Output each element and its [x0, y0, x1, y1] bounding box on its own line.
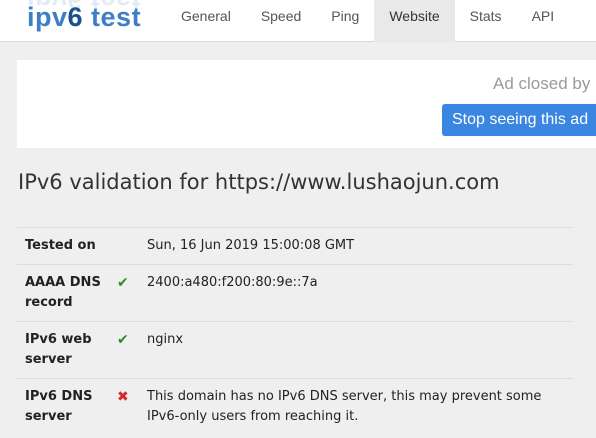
table-row: AAAA DNS record ✔ 2400:a480:f200:80:9e::…	[17, 264, 573, 321]
results-table: Tested on Sun, 16 Jun 2019 15:00:08 GMT …	[17, 227, 573, 438]
check-icon: ✔	[117, 332, 129, 348]
nav-website[interactable]: Website	[374, 0, 455, 42]
logo[interactable]: ipv6 test	[27, 0, 141, 37]
table-row: IPv6 DNS server ✖ This domain has no IPv…	[17, 378, 573, 438]
row-label: Tested on	[25, 238, 96, 253]
stop-seeing-ad-button[interactable]: Stop seeing this ad	[442, 104, 596, 136]
nav-speed[interactable]: Speed	[246, 0, 316, 42]
row-value: This domain has no IPv6 DNS server, this…	[147, 389, 542, 424]
nav-api[interactable]: API	[517, 0, 570, 42]
row-value: nginx	[147, 332, 184, 347]
logo-suffix: test	[83, 2, 142, 32]
table-row: Tested on Sun, 16 Jun 2019 15:00:08 GMT	[17, 227, 573, 264]
logo-prefix: ipv	[27, 2, 68, 32]
row-value: 2400:a480:f200:80:9e::7a	[147, 275, 318, 290]
table-row: IPv6 web server ✔ nginx	[17, 321, 573, 378]
nav-stats[interactable]: Stats	[455, 0, 517, 42]
page-title: IPv6 validation for https://www.lushaoju…	[18, 170, 500, 194]
row-label: AAAA DNS record	[25, 275, 101, 310]
logo-six: 6	[67, 2, 84, 32]
main-nav: General Speed Ping Website Stats API	[166, 0, 569, 42]
top-bar: ipv6 test ipv6 test General Speed Ping W…	[0, 0, 596, 42]
row-value: Sun, 16 Jun 2019 15:00:08 GMT	[147, 238, 355, 253]
check-icon: ✔	[117, 275, 129, 291]
ad-closed-text: Ad closed by	[493, 74, 591, 93]
ad-container: Ad closed by Stop seeing this ad	[17, 60, 596, 148]
row-label: IPv6 web server	[25, 332, 92, 367]
row-label: IPv6 DNS server	[25, 389, 93, 424]
nav-general[interactable]: General	[166, 0, 246, 42]
nav-ping[interactable]: Ping	[316, 0, 374, 42]
cross-icon: ✖	[117, 389, 129, 405]
